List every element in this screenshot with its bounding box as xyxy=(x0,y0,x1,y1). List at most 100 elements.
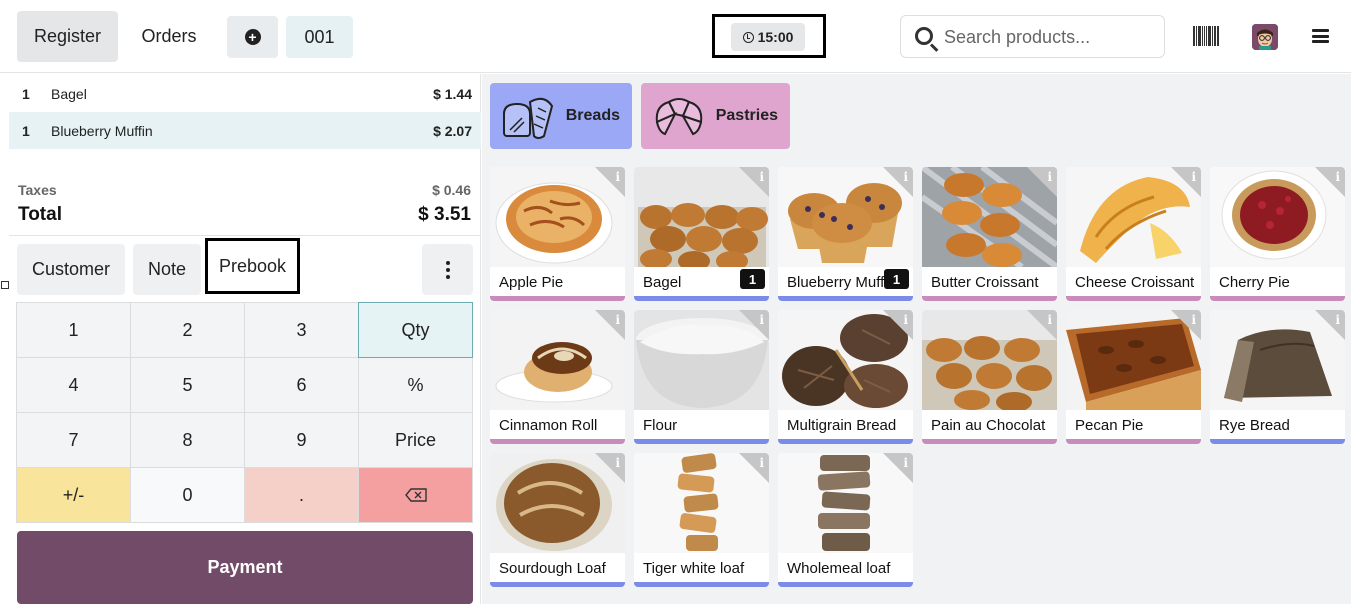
more-actions-button[interactable] xyxy=(422,244,473,295)
barcode-icon[interactable] xyxy=(1193,26,1219,46)
numpad-key-1[interactable]: 1 xyxy=(16,302,131,358)
product-name: Pecan Pie xyxy=(1075,417,1144,434)
info-icon: i xyxy=(615,456,620,470)
note-button-label: Note xyxy=(147,259,187,279)
numpad-plus-minus[interactable]: +/- xyxy=(16,467,131,523)
product-info-button[interactable] xyxy=(739,167,769,197)
product-category-bar xyxy=(634,439,769,444)
numpad: 1 2 3 Qty 4 5 6 % 7 8 9 Price +/- 0 . xyxy=(16,302,473,523)
product-card[interactable]: i Sourdough Loaf xyxy=(490,453,625,587)
divider xyxy=(9,235,481,236)
numpad-key-9[interactable]: 9 xyxy=(244,412,359,468)
product-name: Pain au Chocolat xyxy=(931,417,1046,434)
numpad-key-2[interactable]: 2 xyxy=(130,302,245,358)
product-info-button[interactable] xyxy=(883,453,913,483)
info-icon: i xyxy=(1191,170,1196,184)
avatar[interactable] xyxy=(1252,24,1278,50)
product-card[interactable]: i Flour xyxy=(634,310,769,444)
numpad-key-4[interactable]: 4 xyxy=(16,357,131,413)
product-info-button[interactable] xyxy=(595,167,625,197)
numpad-key-3[interactable]: 3 xyxy=(244,302,359,358)
product-card[interactable]: i Tiger white loaf xyxy=(634,453,769,587)
info-icon: i xyxy=(1047,313,1052,327)
product-card[interactable]: i Wholemeal loaf xyxy=(778,453,913,587)
prebook-button[interactable]: Prebook xyxy=(205,238,300,294)
product-card[interactable]: i Blueberry Muffin 1 xyxy=(778,167,913,301)
product-name: Butter Croissant xyxy=(931,274,1039,291)
numpad-backspace[interactable] xyxy=(358,467,473,523)
numpad-key-8[interactable]: 8 xyxy=(130,412,245,468)
note-button[interactable]: Note xyxy=(133,244,201,295)
product-card[interactable]: i Cherry Pie xyxy=(1210,167,1345,301)
product-card[interactable]: i Bagel 1 xyxy=(634,167,769,301)
product-info-button[interactable] xyxy=(1315,167,1345,197)
product-info-button[interactable] xyxy=(1171,167,1201,197)
product-info-button[interactable] xyxy=(1171,310,1201,340)
product-info-button[interactable] xyxy=(1315,310,1345,340)
numpad-key-7[interactable]: 7 xyxy=(16,412,131,468)
info-icon: i xyxy=(615,170,620,184)
product-card[interactable]: i Pecan Pie xyxy=(1066,310,1201,444)
register-tab-label: Register xyxy=(33,26,102,46)
new-order-button[interactable]: + xyxy=(227,16,278,58)
category-pastries-label: Pastries xyxy=(715,107,778,124)
product-card[interactable]: i Butter Croissant xyxy=(922,167,1057,301)
search-input[interactable] xyxy=(944,24,1154,50)
info-icon: i xyxy=(759,170,764,184)
numpad-qty-mode[interactable]: Qty xyxy=(358,302,473,358)
product-info-button[interactable] xyxy=(883,167,913,197)
product-info-button[interactable] xyxy=(595,310,625,340)
category-pastries[interactable]: Pastries xyxy=(641,83,790,149)
product-qty-badge: 1 xyxy=(884,269,909,289)
product-name: Cinnamon Roll xyxy=(499,417,598,434)
product-category-bar xyxy=(490,439,625,444)
register-tab[interactable]: Register xyxy=(17,11,118,62)
clock-highlight: 15:00 xyxy=(712,14,826,58)
info-icon: i xyxy=(1191,313,1196,327)
info-icon: i xyxy=(1335,313,1340,327)
customer-button[interactable]: Customer xyxy=(17,244,125,295)
product-card[interactable]: i Apple Pie xyxy=(490,167,625,301)
order-line-selected[interactable]: 1 Blueberry Muffin $ 2.07 xyxy=(9,112,481,149)
numpad-decimal[interactable]: . xyxy=(244,467,359,523)
top-bar: Register Orders + 001 15:00 xyxy=(0,0,1351,73)
numpad-discount-mode[interactable]: % xyxy=(358,357,473,413)
product-card[interactable]: i Cinnamon Roll xyxy=(490,310,625,444)
numpad-key-5[interactable]: 5 xyxy=(130,357,245,413)
product-info-button[interactable] xyxy=(739,453,769,483)
product-info-button[interactable] xyxy=(595,453,625,483)
numpad-price-mode[interactable]: Price xyxy=(358,412,473,468)
product-name: Tiger white loaf xyxy=(643,560,745,577)
resize-handle[interactable] xyxy=(1,281,9,289)
backspace-icon xyxy=(404,488,427,502)
hamburger-menu-icon[interactable] xyxy=(1312,29,1329,43)
clock-icon xyxy=(742,31,754,43)
croissant-icon xyxy=(655,98,703,136)
product-card[interactable]: i Rye Bread xyxy=(1210,310,1345,444)
numpad-key-0[interactable]: 0 xyxy=(130,467,245,523)
order-number: 001 xyxy=(304,26,335,47)
product-category-bar xyxy=(1210,296,1345,301)
product-info-button[interactable] xyxy=(1027,310,1057,340)
product-info-button[interactable] xyxy=(1027,167,1057,197)
payment-button[interactable]: Payment xyxy=(17,531,473,604)
info-icon: i xyxy=(1335,170,1340,184)
order-line-name: Bagel xyxy=(51,85,87,102)
product-info-button[interactable] xyxy=(739,310,769,340)
prebook-button-label: Prebook xyxy=(218,255,287,276)
current-order-button[interactable]: 001 xyxy=(286,16,353,58)
product-name: Multigrain Bread xyxy=(787,417,897,434)
product-card[interactable]: i Multigrain Bread xyxy=(778,310,913,444)
category-breads[interactable]: Breads xyxy=(490,83,632,149)
order-line[interactable]: 1 Bagel $ 1.44 xyxy=(9,75,481,112)
search-box xyxy=(900,15,1165,58)
product-info-button[interactable] xyxy=(883,310,913,340)
product-name: Cherry Pie xyxy=(1219,274,1290,291)
info-icon: i xyxy=(759,456,764,470)
numpad-key-6[interactable]: 6 xyxy=(244,357,359,413)
clock-button[interactable]: 15:00 xyxy=(731,23,805,51)
product-card[interactable]: i Cheese Croissant xyxy=(1066,167,1201,301)
taxes-value: $ 0.46 xyxy=(432,182,471,198)
orders-tab[interactable]: Orders xyxy=(127,11,211,62)
product-card[interactable]: i Pain au Chocolat xyxy=(922,310,1057,444)
